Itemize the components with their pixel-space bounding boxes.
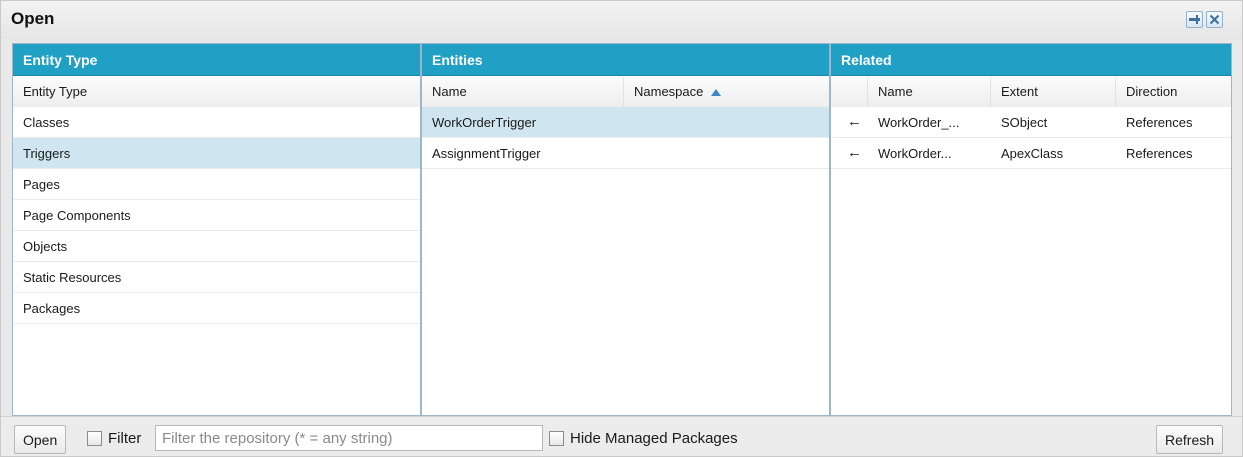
entity-namespace — [624, 138, 829, 169]
entity-row[interactable]: AssignmentTrigger — [422, 138, 829, 169]
entity-type-item-page-components[interactable]: Page Components — [13, 200, 420, 231]
filter-checkbox[interactable] — [87, 431, 102, 446]
dialog-title: Open — [11, 9, 55, 28]
related-column-header: Name Extent Direction — [831, 77, 1231, 107]
related-name: WorkOrder... — [878, 146, 952, 161]
related-extent: ApexClass — [1001, 146, 1064, 161]
entities-list: WorkOrderTrigger AssignmentTrigger — [422, 107, 829, 169]
entities-panel: Entities Name Namespace WorkOrderTrigger… — [421, 43, 830, 416]
entity-name: WorkOrderTrigger — [432, 115, 537, 130]
pin-icon[interactable] — [1186, 11, 1203, 28]
namespace-column-header[interactable]: Namespace — [624, 77, 829, 107]
hide-managed-packages-checkbox[interactable] — [549, 431, 564, 446]
footer-toolbar: Open Filter Hide Managed Packages Refres… — [1, 416, 1242, 456]
entity-type-panel: Entity Type Entity Type Classes Triggers… — [12, 43, 421, 416]
open-dialog: Open Entity Type Entity Type Classes Tri… — [0, 0, 1243, 457]
hide-managed-packages-label: Hide Managed Packages — [570, 430, 738, 447]
left-arrow-icon: ← — [847, 113, 862, 130]
entities-column-header: Name Namespace — [422, 77, 829, 107]
related-direction: References — [1126, 146, 1193, 161]
entity-type-item-packages[interactable]: Packages — [13, 293, 420, 324]
entity-type-item-triggers[interactable]: Triggers — [13, 138, 420, 169]
entity-namespace — [624, 107, 829, 138]
name-column-header[interactable]: Name — [422, 77, 624, 107]
entity-type-item-objects[interactable]: Objects — [13, 231, 420, 262]
entity-type-column[interactable]: Entity Type — [13, 77, 420, 107]
filter-label: Filter — [108, 430, 142, 447]
related-name: WorkOrder_... — [878, 115, 960, 130]
extent-column-header[interactable]: Extent — [991, 77, 1116, 107]
entity-type-item-classes[interactable]: Classes — [13, 107, 420, 138]
related-panel-title: Related — [831, 44, 1231, 76]
close-icon[interactable] — [1206, 11, 1223, 28]
entity-type-item-static-resources[interactable]: Static Resources — [13, 262, 420, 293]
related-extent: SObject — [1001, 115, 1048, 130]
related-row[interactable]: ← WorkOrder... ApexClass References — [831, 138, 1231, 169]
entity-type-panel-title: Entity Type — [13, 44, 420, 76]
related-direction: References — [1126, 115, 1193, 130]
sort-ascending-icon — [711, 89, 721, 97]
related-list: ← WorkOrder_... SObject References ← Wor… — [831, 107, 1231, 169]
direction-column-header[interactable]: Direction — [1116, 77, 1231, 107]
arrow-column-header — [831, 77, 868, 107]
refresh-button[interactable]: Refresh — [1156, 425, 1224, 454]
related-panel: Related Name Extent Direction ← WorkOrde… — [830, 43, 1232, 416]
related-name-column-header[interactable]: Name — [868, 77, 991, 107]
left-arrow-icon: ← — [847, 144, 862, 161]
filter-input[interactable] — [155, 425, 543, 451]
entity-name: AssignmentTrigger — [432, 146, 541, 161]
open-button[interactable]: Open — [14, 425, 67, 454]
entity-row[interactable]: WorkOrderTrigger — [422, 107, 829, 138]
title-bar: Open — [1, 1, 1242, 39]
related-row[interactable]: ← WorkOrder_... SObject References — [831, 107, 1231, 138]
entities-panel-title: Entities — [422, 44, 829, 76]
entity-type-column-header: Entity Type — [13, 77, 420, 107]
entity-type-list: Classes Triggers Pages Page Components O… — [13, 107, 420, 324]
entity-type-item-pages[interactable]: Pages — [13, 169, 420, 200]
